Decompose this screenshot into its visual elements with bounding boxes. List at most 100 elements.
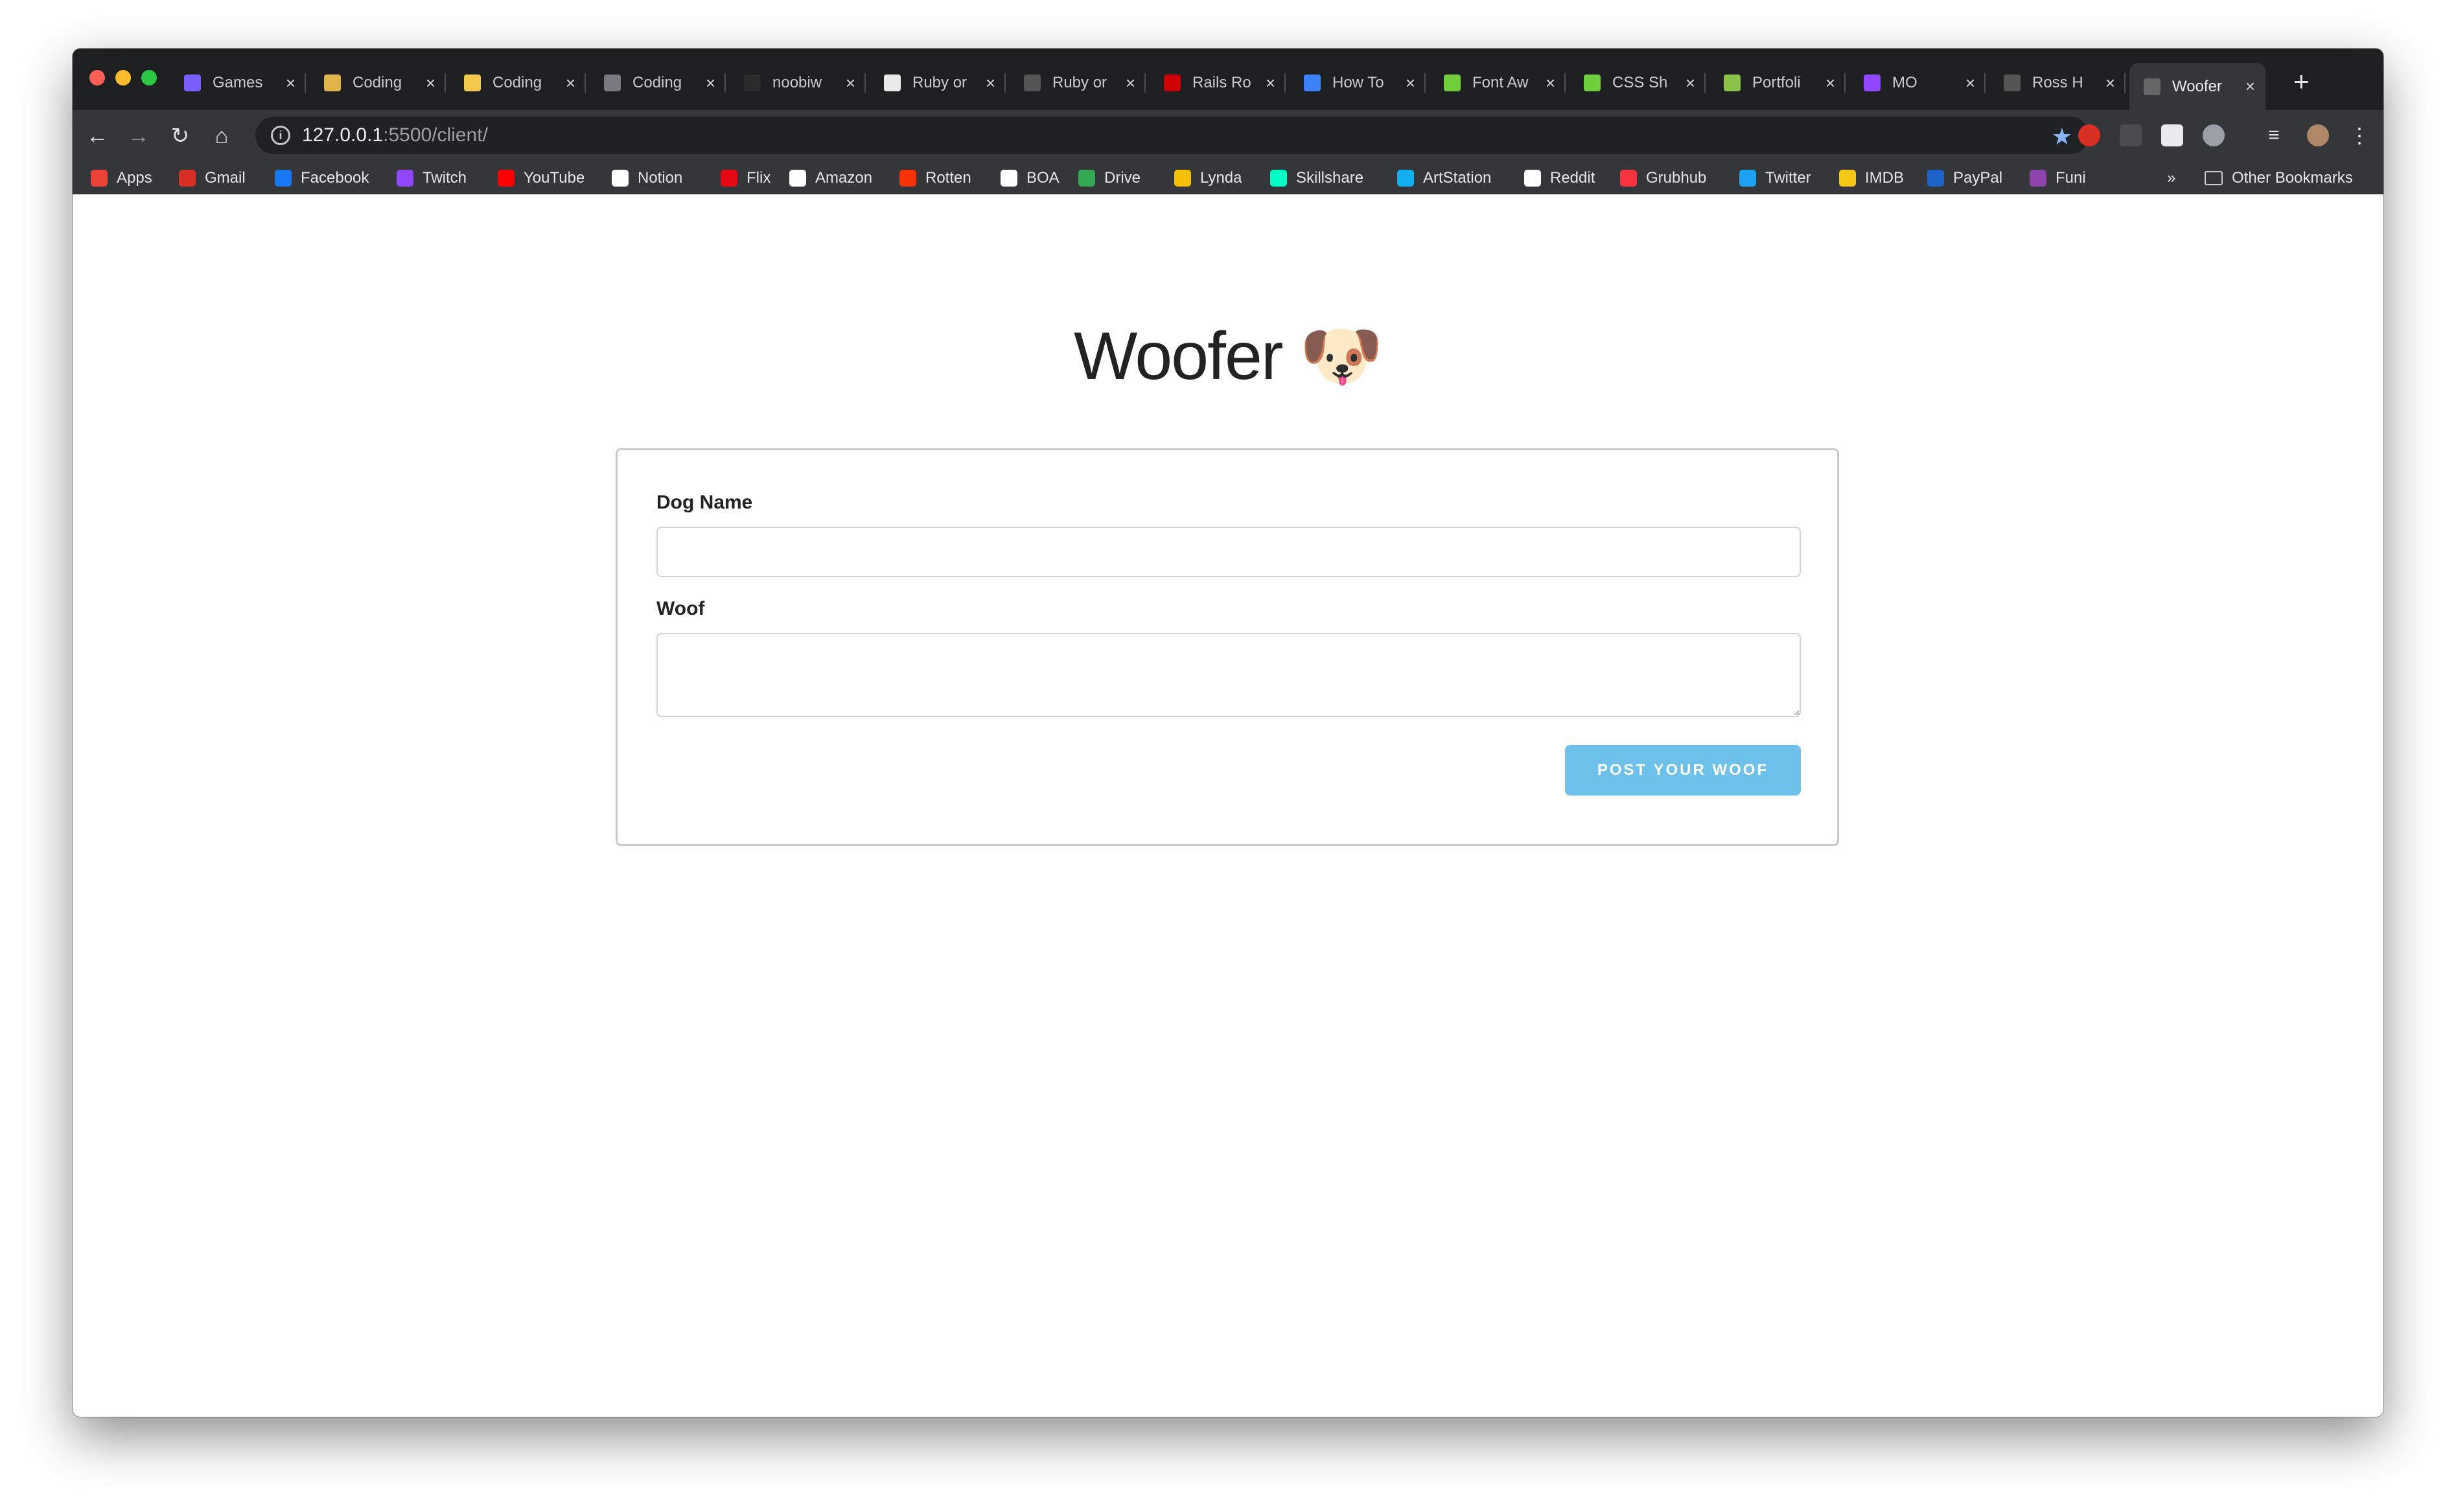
css-icon: [1584, 74, 1601, 91]
browser-tab[interactable]: Ross H ×: [1989, 65, 2126, 100]
browser-tab[interactable]: CSS Sh ×: [1570, 65, 1706, 100]
bookmark-item[interactable]: Funi: [2030, 167, 2086, 189]
browser-menu-icon[interactable]: ⋮: [2348, 124, 2370, 146]
profile-avatar[interactable]: [2307, 124, 2329, 146]
bookmark-label: BOA: [1026, 169, 1060, 187]
bookmark-item[interactable]: Reddit: [1524, 167, 1595, 189]
tab-separator: [1844, 73, 1846, 93]
post-woof-button[interactable]: POST YOUR WOOF: [1565, 745, 1801, 796]
site-info-icon[interactable]: i: [271, 126, 290, 145]
close-tab-icon[interactable]: ×: [846, 73, 855, 93]
facebook-icon: [275, 170, 292, 187]
calendar-extension-icon[interactable]: [2161, 124, 2183, 146]
woof-textarea[interactable]: [656, 633, 1801, 717]
dots-icon: [1304, 74, 1321, 91]
address-bar[interactable]: i 127.0.0.1:5500/client/ ★: [255, 117, 2089, 154]
home-icon[interactable]: ⌂: [207, 122, 236, 150]
bookmark-item[interactable]: Drive: [1078, 167, 1141, 189]
close-tab-icon[interactable]: ×: [1406, 73, 1415, 93]
close-tab-icon[interactable]: ×: [1965, 73, 1975, 93]
bookmark-label: YouTube: [524, 169, 585, 187]
bookmark-item[interactable]: Amazon: [789, 167, 872, 189]
browser-tab[interactable]: Games ×: [170, 65, 306, 100]
browser-tab[interactable]: Font Aw ×: [1430, 65, 1566, 100]
minimize-window-button[interactable]: [115, 70, 131, 86]
globe-icon: [2004, 74, 2021, 91]
other-bookmarks-folder[interactable]: Other Bookmarks: [2205, 167, 2353, 189]
new-tab-button[interactable]: +: [2293, 68, 2310, 95]
tab-separator: [2124, 73, 2126, 93]
close-tab-icon[interactable]: ×: [286, 73, 295, 93]
dog-name-input[interactable]: [656, 527, 1801, 577]
bookmark-item[interactable]: Skillshare: [1270, 167, 1363, 189]
bookmark-star-icon[interactable]: ★: [2052, 123, 2072, 150]
back-arrow-icon[interactable]: ←: [83, 122, 111, 150]
tab-title: Woofer: [2172, 77, 2222, 95]
bookmark-item[interactable]: Facebook: [275, 167, 369, 189]
bookmark-label: Gmail: [205, 169, 246, 187]
dog-name-label: Dog Name: [656, 492, 753, 513]
bookmark-label: Flix: [747, 169, 771, 187]
reload-icon[interactable]: ↻: [166, 122, 194, 150]
more-bookmarks-button[interactable]: »: [2167, 167, 2175, 189]
twitter-icon: [1739, 170, 1756, 187]
bookmark-item[interactable]: Flix: [721, 167, 770, 189]
bookmark-item[interactable]: IMDB: [1839, 167, 1904, 189]
close-tab-icon[interactable]: ×: [566, 73, 575, 93]
browser-window: Games × Coding × Coding × Coding × noobiw × Ruby o…: [73, 49, 2383, 1417]
bookmark-label: IMDB: [1865, 169, 1904, 187]
paypal-icon: [1927, 170, 1944, 187]
bookmark-item[interactable]: ArtStation: [1397, 167, 1491, 189]
bookmark-label: Lynda: [1200, 169, 1242, 187]
ruby-guide-icon: [884, 74, 901, 91]
tab-title: Coding: [632, 74, 682, 91]
browser-tab[interactable]: Coding ×: [590, 65, 726, 100]
bookmark-item[interactable]: Twitch: [397, 167, 467, 189]
browser-tab[interactable]: Rails Ro ×: [1150, 65, 1286, 100]
browser-tab[interactable]: Ruby or ×: [1010, 65, 1146, 100]
tomato-icon: [899, 170, 916, 187]
adblock-extension-icon[interactable]: [2078, 124, 2100, 146]
bookmark-item[interactable]: Notion: [612, 167, 682, 189]
browser-tab[interactable]: MO ×: [1849, 65, 1986, 100]
bookmark-item[interactable]: Lynda: [1174, 167, 1242, 189]
bookmark-item[interactable]: Grubhub: [1620, 167, 1706, 189]
bookmark-item[interactable]: Apps: [91, 167, 152, 189]
close-tab-icon[interactable]: ×: [1686, 73, 1695, 93]
close-window-button[interactable]: [89, 70, 105, 86]
close-tab-icon[interactable]: ×: [2105, 73, 2115, 93]
tab-title: Portfoli: [1752, 74, 1801, 91]
bookmark-label: Grubhub: [1646, 169, 1707, 187]
bookmark-item[interactable]: BOA: [1001, 167, 1060, 189]
extension-icon[interactable]: [2120, 124, 2142, 146]
close-tab-icon[interactable]: ×: [1126, 73, 1135, 93]
grubhub-icon: [1620, 170, 1637, 187]
bookmark-item[interactable]: YouTube: [498, 167, 585, 189]
bookmark-label: ArtStation: [1423, 169, 1492, 187]
bookmark-item[interactable]: Gmail: [179, 167, 246, 189]
close-tab-icon[interactable]: ×: [1825, 73, 1835, 93]
forward-arrow-icon[interactable]: →: [124, 122, 153, 150]
m-extension-icon[interactable]: [2203, 124, 2225, 146]
zoom-window-button[interactable]: [141, 70, 157, 86]
browser-tab[interactable]: Ruby or ×: [870, 65, 1006, 100]
browser-tab[interactable]: How To ×: [1290, 65, 1426, 100]
browser-tab[interactable]: Coding ×: [450, 65, 586, 100]
bookmark-item[interactable]: PayPal: [1927, 167, 2002, 189]
close-tab-icon[interactable]: ×: [426, 73, 435, 93]
url-path: :5500/client/: [383, 124, 488, 146]
close-tab-icon[interactable]: ×: [1266, 73, 1275, 93]
bookmark-label: Twitter: [1765, 169, 1811, 187]
browser-tab[interactable]: Coding ×: [310, 65, 446, 100]
media-queue-icon[interactable]: ≡: [2263, 124, 2285, 146]
close-tab-icon[interactable]: ×: [2245, 76, 2255, 97]
close-tab-icon[interactable]: ×: [1546, 73, 1555, 93]
close-tab-icon[interactable]: ×: [986, 73, 995, 93]
bookmark-item[interactable]: Rotten: [899, 167, 971, 189]
browser-tab[interactable]: noobiw ×: [730, 65, 866, 100]
bookmark-item[interactable]: Twitter: [1739, 167, 1811, 189]
drive-icon: [1078, 170, 1095, 187]
close-tab-icon[interactable]: ×: [706, 73, 715, 93]
browser-tab[interactable]: Portfoli ×: [1709, 65, 1846, 100]
browser-tab[interactable]: Woofer ×: [2129, 63, 2265, 110]
